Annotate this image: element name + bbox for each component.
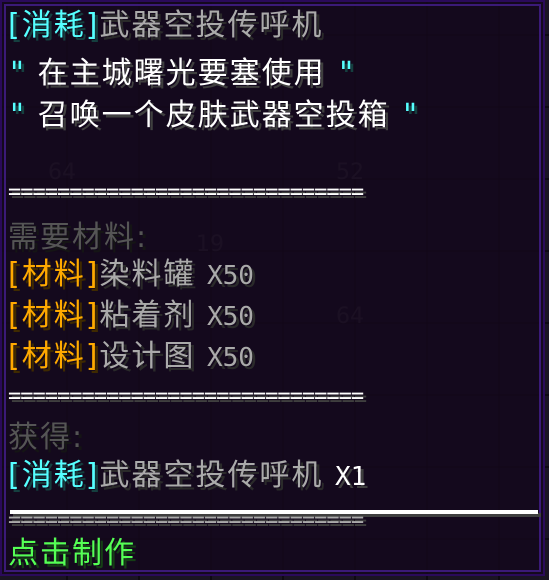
- material-row: [材料]染料罐 X50: [8, 255, 254, 295]
- separator: =============================: [8, 384, 364, 409]
- reward-tag: [消耗]: [8, 458, 100, 493]
- reward-qty: X1: [334, 462, 367, 492]
- reward-heading: 获得:: [8, 420, 85, 455]
- quote-close: ": [337, 56, 356, 91]
- separator: =============================: [8, 508, 364, 533]
- material-row: [材料]设计图 X50: [8, 337, 254, 377]
- separator: =============================: [8, 180, 364, 205]
- lore-text: 召唤一个皮肤武器空投箱: [26, 98, 402, 133]
- item-name: 武器空投传呼机: [99, 8, 324, 43]
- material-tag: [材料]: [8, 298, 100, 333]
- material-row: [材料]粘着剂 X50: [8, 296, 254, 336]
- quote-close: ": [401, 98, 420, 133]
- material-qty: X50: [206, 261, 254, 291]
- quote-open: ": [8, 56, 27, 91]
- reward-name: 武器空投传呼机: [99, 458, 324, 493]
- material-name: 粘着剂: [99, 298, 196, 333]
- item-title: [消耗]武器空投传呼机: [8, 6, 323, 46]
- material-qty: X50: [206, 343, 254, 373]
- reward-row: [消耗]武器空投传呼机 X1: [8, 456, 366, 496]
- materials-heading: 需要材料:: [8, 220, 149, 255]
- quote-open: ": [8, 98, 27, 133]
- craft-button[interactable]: 点击制作: [8, 534, 136, 574]
- lore-text: 在主城曙光要塞使用: [26, 56, 338, 91]
- material-name: 设计图: [99, 339, 196, 374]
- material-tag: [材料]: [8, 339, 100, 374]
- lore-line: " 召唤一个皮肤武器空投箱 ": [8, 96, 419, 136]
- item-tag: [消耗]: [8, 8, 100, 43]
- material-qty: X50: [206, 302, 254, 332]
- material-tag: [材料]: [8, 257, 100, 292]
- lore-line: " 在主城曙光要塞使用 ": [8, 54, 355, 94]
- material-name: 染料罐: [99, 257, 196, 292]
